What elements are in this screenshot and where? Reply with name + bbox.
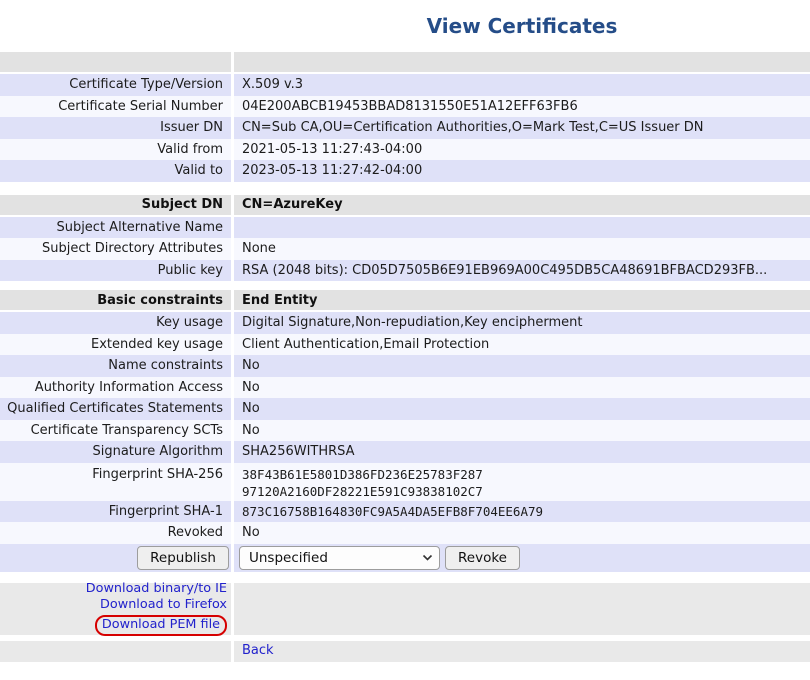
row-value: CN=Sub CA,OU=Certification Authorities,O… [234,117,810,139]
table-row-fingerprint-sha256: Fingerprint SHA-256 38F43B61E5801D386FD2… [0,463,810,501]
download-pem-link[interactable]: Download PEM file [102,617,220,632]
row-value: 873C16758B164830FC9A5A4DA5EFB8F704EE6A79 [234,501,810,523]
row-value: No [234,522,810,544]
table-row: Signature Algorithm SHA256WITHRSA [0,441,810,463]
table-row-revoked: Revoked No [0,522,810,544]
row-value: No [234,355,810,377]
row-value: No [234,398,810,420]
table-row: Key usage Digital Signature,Non-repudiat… [0,312,810,334]
sha256-line-2: 97120A2160DF28221E591C93838102C7 [242,483,483,500]
row-label: Certificate Transparency SCTs [0,420,231,442]
download-firefox-link[interactable]: Download to Firefox [100,597,227,614]
republish-button[interactable]: Republish [137,546,229,570]
section-header-value [234,52,810,72]
row-value: 2021-05-13 11:27:43-04:00 [234,139,810,161]
row-value: Digital Signature,Non-repudiation,Key en… [234,312,810,334]
row-label: Certificate Type/Version [0,74,231,96]
row-label: Certificate Serial Number [0,96,231,118]
table-row: Issuer DN CN=Sub CA,OU=Certification Aut… [0,117,810,139]
row-label: Valid from [0,139,231,161]
table-row: Name constraints No [0,355,810,377]
revoke-button[interactable]: Revoke [445,546,520,570]
row-value: Client Authentication,Email Protection [234,334,810,356]
section-header-value: CN=AzureKey [234,195,810,215]
table-row: Valid from 2021-05-13 11:27:43-04:00 [0,139,810,161]
actions-right-cell: Unspecified Revoke [234,544,810,572]
section-header-value: End Entity [234,290,810,310]
download-binary-ie-link[interactable]: Download binary/to IE [86,581,227,598]
table-row: Certificate Type/Version X.509 v.3 [0,74,810,96]
table-row: Public key RSA (2048 bits): CD05D7505B6E… [0,260,810,282]
row-label: Authority Information Access [0,377,231,399]
table-row: Certificate Serial Number 04E200ABCB1945… [0,96,810,118]
row-value: 04E200ABCB19453BBAD8131550E51A12EFF63FB6 [234,96,810,118]
revocation-reason-select-wrap: Unspecified [239,546,440,570]
section-header-label: Basic constraints [0,290,231,310]
title-bar: View Certificates [0,0,810,52]
row-label: Name constraints [0,355,231,377]
row-label: Fingerprint SHA-1 [0,501,231,523]
table-row-fingerprint-sha1: Fingerprint SHA-1 873C16758B164830FC9A5A… [0,501,810,523]
row-value: No [234,420,810,442]
download-links-empty-cell [234,583,810,635]
row-value: 38F43B61E5801D386FD236E25783F287 97120A2… [234,463,810,501]
row-value: No [234,377,810,399]
section-header-label [0,52,231,72]
row-label: Qualified Certificates Statements [0,398,231,420]
section-header-subject-dn: Subject DN CN=AzureKey [0,195,810,217]
row-label: Extended key usage [0,334,231,356]
row-value: SHA256WITHRSA [234,441,810,463]
row-value: 2023-05-13 11:27:42-04:00 [234,160,810,182]
annotation-red-oval: Download PEM file [95,615,227,637]
table-row: Certificate Transparency SCTs No [0,420,810,442]
actions-row: Republish Unspecified Revoke [0,544,810,572]
row-value: None [234,238,810,260]
download-links-row: Download binary/to IE Download to Firefo… [0,583,810,635]
row-label: Public key [0,260,231,282]
sha256-line-1: 38F43B61E5801D386FD236E25783F287 [242,466,483,483]
back-row-empty-cell [0,641,231,663]
row-label: Subject Alternative Name [0,217,231,239]
row-label: Fingerprint SHA-256 [0,463,231,501]
section-header-basic-constraints: Basic constraints End Entity [0,290,810,312]
row-label: Revoked [0,522,231,544]
certificate-table: Certificate Type/Version X.509 v.3 Certi… [0,52,810,662]
table-row: Subject Alternative Name [0,217,810,239]
row-value: X.509 v.3 [234,74,810,96]
row-value: RSA (2048 bits): CD05D7505B6E91EB969A00C… [234,260,810,282]
section-spacer [0,182,810,195]
download-links-cell: Download binary/to IE Download to Firefo… [0,583,231,635]
revocation-reason-select[interactable]: Unspecified [239,546,440,570]
back-row: Back [0,641,810,663]
back-link-cell: Back [234,641,810,663]
section-spacer [0,281,810,290]
row-label: Key usage [0,312,231,334]
row-label: Signature Algorithm [0,441,231,463]
table-row: Subject Directory Attributes None [0,238,810,260]
back-link[interactable]: Back [242,643,274,660]
table-row: Qualified Certificates Statements No [0,398,810,420]
row-label: Valid to [0,160,231,182]
table-row: Valid to 2023-05-13 11:27:42-04:00 [0,160,810,182]
page-title: View Certificates [234,14,810,38]
table-row: Extended key usage Client Authentication… [0,334,810,356]
table-row: Authority Information Access No [0,377,810,399]
row-label: Subject Directory Attributes [0,238,231,260]
row-value [234,217,810,239]
section-header-general [0,52,810,74]
section-header-label: Subject DN [0,195,231,215]
actions-left-cell: Republish [0,544,231,572]
row-label: Issuer DN [0,117,231,139]
